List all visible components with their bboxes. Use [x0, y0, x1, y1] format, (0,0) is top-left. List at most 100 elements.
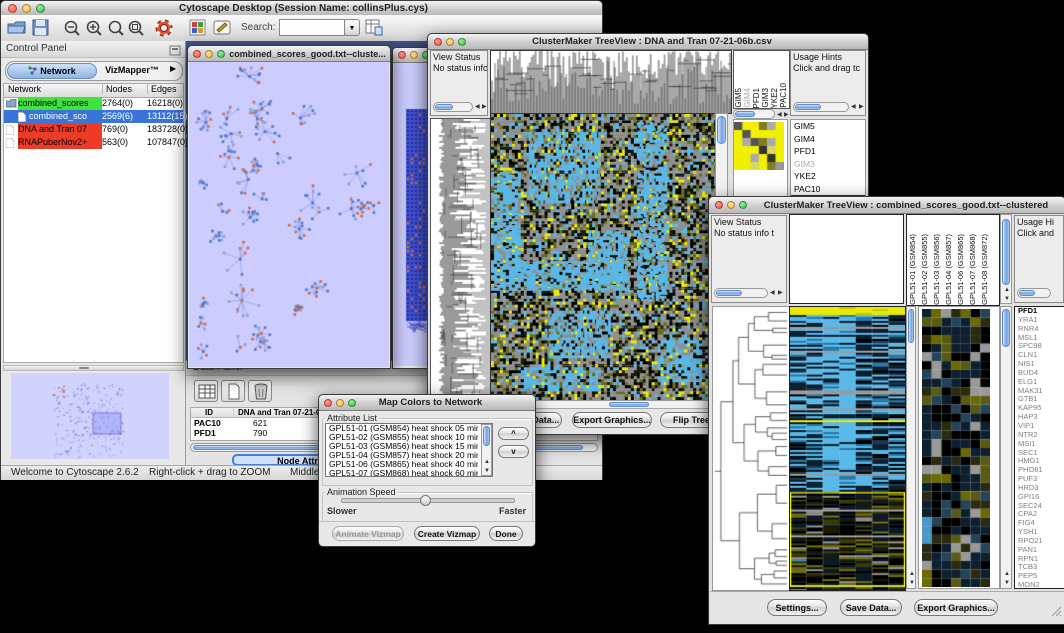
scroll-down-icon[interactable] — [909, 580, 915, 586]
treeview2-zoom-vscrollbar[interactable] — [1000, 306, 1012, 589]
scroll-up-icon[interactable] — [484, 459, 490, 465]
network1-titlebar[interactable]: combined_scores_good.txt--cluste... — [188, 46, 390, 62]
treeview2-heatmap[interactable] — [789, 306, 906, 591]
column-label[interactable]: GPL51-01 (GSM854) — [907, 234, 919, 305]
col-network[interactable]: Network — [8, 84, 41, 94]
minimize-icon[interactable] — [22, 4, 31, 13]
close-icon[interactable] — [715, 201, 723, 209]
move-up-button[interactable]: ^ — [498, 427, 529, 440]
birdseye-divider[interactable] — [3, 365, 184, 371]
column-label[interactable]: GPL51-06 (GSM865) — [955, 234, 967, 305]
minimize-icon[interactable] — [446, 38, 454, 46]
save-icon[interactable] — [32, 19, 49, 41]
animation-speed-slider[interactable] — [341, 498, 515, 503]
gene-label[interactable]: GIM5 — [791, 120, 865, 133]
save-data-button[interactable]: Save Data... — [840, 599, 902, 616]
zoom-selected-icon[interactable] — [107, 19, 125, 42]
zoom-window-icon[interactable] — [458, 38, 466, 46]
treeview2-titlebar[interactable]: ClusterMaker TreeView : combined_scores_… — [709, 197, 1064, 214]
network-row[interactable]: combined_scores 2764(0) 16218(0) — [4, 97, 183, 110]
treeview2-top-vscrollbar[interactable] — [1000, 214, 1012, 304]
close-icon[interactable] — [398, 51, 406, 59]
scroll-down-icon[interactable] — [1004, 580, 1010, 586]
usage-hints-hscrollbar[interactable] — [793, 102, 849, 112]
treeview2-zoom-heatmap[interactable] — [922, 309, 990, 587]
treeview1-column-dendrogram[interactable] — [490, 50, 732, 114]
help-ring-icon[interactable] — [154, 18, 174, 43]
scroll-right-icon[interactable] — [482, 104, 487, 110]
annotation-icon[interactable] — [213, 19, 232, 41]
attribute-list-scrollbar[interactable] — [481, 424, 492, 476]
column-label[interactable]: GIM3 — [761, 88, 770, 108]
close-icon[interactable] — [434, 38, 442, 46]
scroll-right-icon[interactable] — [784, 112, 789, 118]
gene-label[interactable]: GIM4 — [791, 133, 865, 146]
network-row[interactable]: RNAPuberNov2+ 563(0) 107847(0) — [4, 136, 183, 149]
trash-icon[interactable] — [248, 380, 272, 402]
slider-thumb-icon[interactable] — [420, 495, 431, 506]
export-graphics-button[interactable]: Export Graphics... — [572, 412, 652, 428]
zoom-in-icon[interactable] — [85, 19, 103, 42]
table-icon[interactable] — [194, 380, 218, 402]
tab-vizmapper[interactable]: VizMapper™ — [97, 63, 167, 77]
network-view-1[interactable] — [189, 62, 389, 367]
float-panel-icon[interactable] — [169, 43, 181, 61]
scroll-left-icon[interactable] — [777, 112, 782, 118]
import-table-icon[interactable] — [365, 18, 383, 41]
zoom-window-icon[interactable] — [348, 399, 356, 407]
gene-label[interactable]: MON2 — [1015, 581, 1064, 589]
scroll-up-icon[interactable] — [1004, 571, 1010, 577]
treeview1-zoom-hscrollbar[interactable] — [733, 109, 775, 119]
open-folder-icon[interactable] — [7, 19, 26, 41]
column-label[interactable]: GIM5 — [734, 88, 743, 108]
scroll-down-icon[interactable] — [484, 468, 490, 474]
minimize-icon[interactable] — [336, 399, 344, 407]
attribute-item[interactable]: GPL51-07 (GSM868) heat shock 60 min — [326, 469, 478, 477]
scroll-left-icon[interactable] — [770, 290, 775, 296]
view-status-hscrollbar[interactable] — [714, 288, 768, 298]
animate-vizmap-button[interactable]: Animate Vizmap — [332, 526, 404, 541]
gene-label[interactable]: GIM3 — [791, 158, 865, 171]
close-icon[interactable] — [324, 399, 332, 407]
data-col-id[interactable]: ID — [205, 408, 213, 417]
column-label[interactable]: YKE2 — [770, 88, 779, 108]
create-vizmap-button[interactable]: Create Vizmap — [414, 526, 480, 541]
minimize-icon[interactable] — [727, 201, 735, 209]
tab-network[interactable]: Network — [7, 63, 97, 79]
column-label[interactable]: GPL51-08 (GSM872) — [979, 234, 991, 305]
gene-label[interactable]: PFD1 — [791, 145, 865, 158]
column-label[interactable]: PAC10 — [779, 83, 788, 108]
tab-overflow-icon[interactable]: ▶ — [170, 64, 176, 73]
vizmap-icon[interactable] — [189, 19, 206, 41]
column-label[interactable]: GIM4 — [743, 88, 752, 108]
usage-hints-hscrollbar[interactable] — [1017, 288, 1051, 298]
gene-label[interactable]: PAC10 — [791, 183, 865, 196]
zoom-fit-icon[interactable] — [127, 19, 145, 42]
zoom-window-icon[interactable] — [36, 4, 45, 13]
treeview2-heatmap-vscrollbar[interactable] — [906, 306, 916, 589]
settings-button[interactable]: Settings... — [767, 599, 827, 616]
scroll-down-icon[interactable] — [1004, 296, 1010, 302]
search-dropdown-button[interactable]: ▼ — [344, 19, 360, 36]
scroll-up-icon[interactable] — [1004, 287, 1010, 293]
network-row-selected[interactable]: combined_sco 2569(6) 13112(15) — [4, 110, 183, 123]
column-label[interactable]: GPL51-03 (GSM856) — [931, 234, 943, 305]
scroll-right-icon[interactable] — [778, 290, 783, 296]
search-input[interactable] — [279, 19, 345, 36]
close-icon[interactable] — [8, 4, 17, 13]
column-label[interactable]: GPL51-02 (GSM855) — [919, 234, 931, 305]
zoom-window-icon[interactable] — [217, 50, 225, 58]
col-nodes[interactable]: Nodes — [102, 84, 132, 94]
treeview1-row-dendrogram[interactable] — [430, 118, 492, 401]
done-button[interactable]: Done — [489, 526, 523, 541]
column-label[interactable]: GPL51-07 (GSM868) — [967, 234, 979, 305]
column-label[interactable]: PFD1 — [752, 88, 761, 108]
minimize-icon[interactable] — [410, 51, 418, 59]
move-down-button[interactable]: v — [498, 445, 529, 458]
resize-grip-icon[interactable] — [1050, 604, 1062, 622]
gene-label[interactable]: YKE2 — [791, 170, 865, 183]
column-label[interactable]: GPL51-04 (GSM857) — [943, 234, 955, 305]
close-icon[interactable] — [193, 50, 201, 58]
view-status-hscrollbar[interactable] — [433, 102, 473, 112]
scroll-left-icon[interactable] — [851, 104, 856, 110]
